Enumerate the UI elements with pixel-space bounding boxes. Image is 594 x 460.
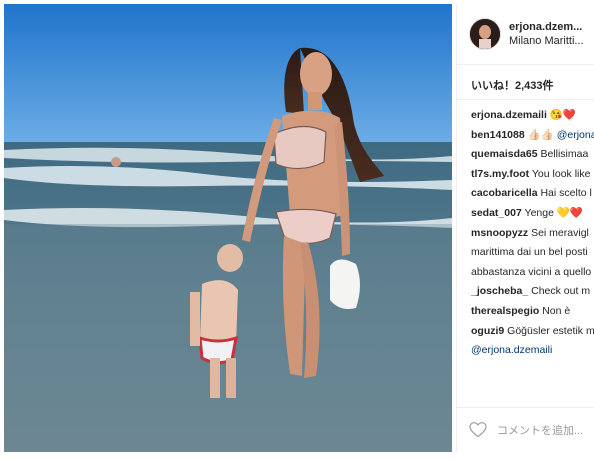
comment-text: Göğüsler estetik m [507,324,594,337]
comment-mention-link[interactable]: @erjona.dzemaili [471,344,552,356]
comment-item: ben141088 👍🏻👍🏻 @erjona [471,126,594,146]
comment-item: quemaisda65 Bellisimaa [471,145,594,165]
comment-text: Check out m [531,285,591,298]
comment-item: _joscheba_ Check out m [471,282,594,302]
comment-text: Non è [542,304,571,317]
comment-item: sedat_007 Yenge 💛❤️ [471,204,594,224]
comment-item: therealspegio Non è [471,302,594,322]
comment-text: Hai scelto l [540,187,592,200]
comment-username[interactable]: _joscheba_ [471,285,528,297]
username-link[interactable]: erjona.dzem... [509,20,584,34]
post-header: erjona.dzem... Milano Maritti... [457,4,594,65]
location-link[interactable]: Milano Maritti... [509,34,584,48]
comment-text: Yenge 💛❤️ [524,206,583,219]
avatar-image [470,19,500,49]
post-sidebar: erjona.dzem... Milano Maritti... いいね！2,4… [456,4,594,452]
comments-list: erjona.dzemaili 😘❤️ ben141088 👍🏻👍🏻 @erjon… [457,100,594,361]
comment-item: tl7s.my.foot You look like [471,165,594,185]
comment-username[interactable]: cacobaricella [471,187,538,199]
likes-count[interactable]: いいね！2,433件 [457,65,594,100]
comment-item: @erjona.dzemaili [471,341,594,361]
comment-username[interactable]: oguzi9 [471,325,504,337]
comment-item: msnoopyzz Sei meravigl [471,224,594,244]
post-photo[interactable] [4,4,452,452]
add-comment-input[interactable]: コメントを追加... [497,422,583,438]
comment-text: marittima dai un bel posti [471,246,588,259]
comment-text: Sei meravigl [531,226,589,239]
comment-username[interactable]: sedat_007 [471,207,522,219]
comment-bar: コメントを追加... [457,407,594,452]
comment-username[interactable]: msnoopyzz [471,227,528,239]
comment-username[interactable]: therealspegio [471,305,539,317]
comment-item: marittima dai un bel posti [471,243,594,263]
comment-text: 👍🏻👍🏻 [527,128,554,141]
comment-item: abbastanza vicini a quello [471,263,594,283]
comment-text: You look like [531,167,591,180]
comment-text: 😘❤️ [549,109,576,121]
comment-text: Bellisimaa [540,148,589,161]
comment-username[interactable]: tl7s.my.foot [471,168,529,180]
comment-text: abbastanza vicini a quello [471,265,592,278]
comment-username[interactable]: ben141088 [471,129,525,141]
comment-mention-link[interactable]: @erjona [557,129,594,141]
comment-username[interactable]: quemaisda65 [471,148,538,160]
comment-item: oguzi9 Göğüsler estetik m [471,322,594,342]
comment-username[interactable]: erjona.dzemaili [471,109,547,121]
comment-item: cacobaricella Hai scelto l [471,184,594,204]
avatar[interactable] [469,18,501,50]
comment-item: erjona.dzemaili 😘❤️ [471,106,594,126]
heart-icon[interactable] [469,422,487,438]
beach-photo [4,4,452,452]
